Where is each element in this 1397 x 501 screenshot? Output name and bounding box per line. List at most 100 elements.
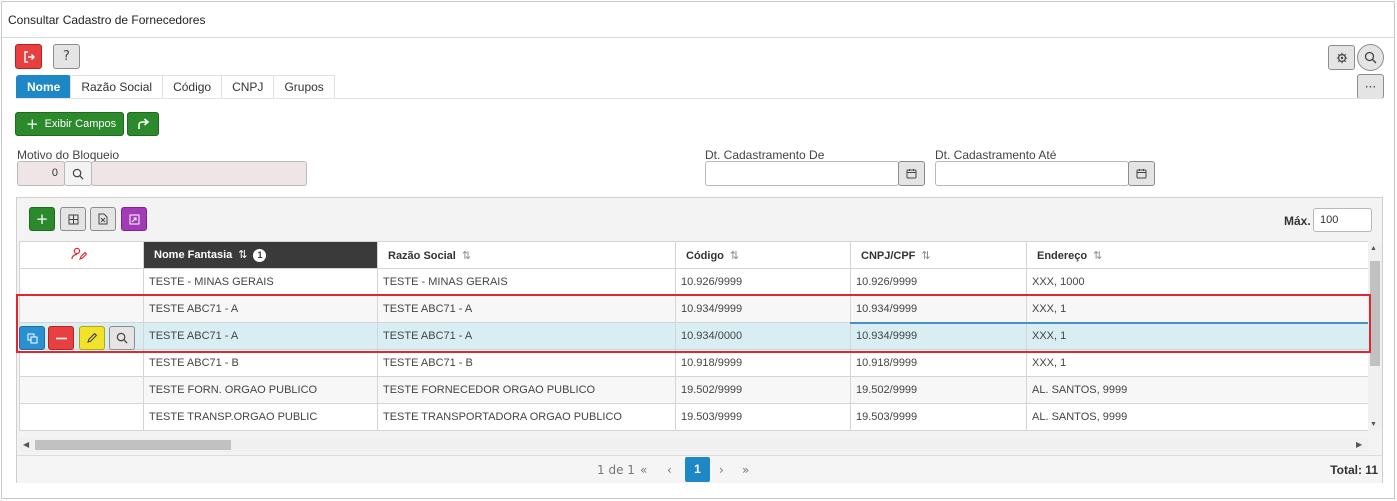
motivo-code-input[interactable]: 0 (17, 161, 65, 186)
tab-razao-social[interactable]: Razão Social (70, 75, 164, 99)
cell-codigo: 19.503/9999 (675, 403, 851, 431)
cell-nome-fantasia: TESTE TRANSP.ORGAO PUBLIC (143, 403, 378, 431)
cell-codigo: 19.502/9999 (675, 376, 851, 404)
user-edit-icon (71, 247, 88, 260)
window-frame: Consultar Cadastro de Fornecedores ? ···… (1, 1, 1395, 499)
sort-icon: ⇅ (461, 248, 472, 262)
column-header-codigo[interactable]: Código ⇅ (675, 241, 851, 269)
motivo-description-field (91, 161, 307, 186)
cell-razao-social: TESTE FORNECEDOR ORGAO PUBLICO (377, 376, 676, 404)
row-actions-cell (19, 376, 144, 404)
column-header-endereco[interactable]: Endereço ⇅ (1026, 241, 1368, 269)
tab-codigo[interactable]: Código (162, 75, 223, 99)
calendar-icon (906, 169, 917, 179)
add-record-button[interactable]: + (29, 207, 55, 231)
motivo-label: Motivo do Bloqueio (17, 148, 120, 162)
cell-endereco (1026, 430, 1368, 431)
help-button[interactable]: ? (53, 44, 80, 69)
dt-de-input[interactable] (705, 161, 899, 186)
column-header-cnpj-cpf[interactable]: CNPJ/CPF ⇅ (850, 241, 1027, 269)
scroll-left-arrow-icon[interactable]: ◀ (23, 440, 29, 449)
cell-cnpj: 19.503/9999 (850, 403, 1027, 431)
table-row[interactable]: TESTE ABC71 - B TESTE ABC71 - B 10.918/9… (19, 349, 1368, 377)
max-label: Máx. (1284, 214, 1311, 228)
motivo-lookup-button[interactable] (64, 161, 92, 186)
horizontal-scroll-thumb[interactable] (35, 440, 231, 450)
cell-razao-social (377, 430, 676, 431)
show-fields-label: Exibir Campos (44, 118, 117, 130)
prev-page-button[interactable]: ‹ (667, 463, 672, 477)
exit-button[interactable] (15, 44, 42, 69)
column-label: Endereço (1037, 249, 1088, 262)
search-tabs: Nome Razão Social Código CNPJ Grupos (16, 75, 335, 99)
cell-nome-fantasia (143, 430, 378, 431)
table-row[interactable]: TESTE FORN. ORGAO PUBLICO TESTE FORNECED… (19, 376, 1368, 404)
show-fields-button[interactable]: + Exibir Campos (15, 112, 124, 136)
cell-codigo: 10.926/9999 (675, 268, 851, 296)
last-page-button[interactable]: » (742, 463, 749, 477)
cell-razao-social: TESTE - MINAS GERAIS (377, 268, 676, 296)
pagination-bar: 1 de 1 « ‹ 1 › » Total: 11 (17, 455, 1382, 483)
cell-cnpj (850, 430, 1027, 431)
horizontal-scrollbar[interactable]: ◀ ▶ (19, 438, 1368, 452)
tab-nome[interactable]: Nome (16, 75, 72, 99)
cell-nome-fantasia: TESTE ABC71 - B (143, 349, 378, 377)
sort-rank-badge: 1 (253, 249, 267, 262)
scroll-up-arrow-icon[interactable]: ▲ (1370, 245, 1377, 252)
column-header-actions[interactable] (19, 241, 144, 269)
max-input[interactable]: 100 (1313, 208, 1372, 232)
tab-grupos[interactable]: Grupos (273, 75, 335, 99)
cell-endereco: XXX, 1000 (1026, 268, 1368, 296)
exit-icon (23, 50, 35, 63)
scroll-down-arrow-icon[interactable]: ▼ (1370, 421, 1377, 428)
grid-layout-button[interactable] (60, 207, 86, 231)
cell-endereco: AL. SANTOS, 9999 (1026, 376, 1368, 404)
cell-codigo (675, 430, 851, 431)
share-button[interactable] (127, 112, 159, 136)
row-actions-cell (19, 403, 144, 431)
window-title: Consultar Cadastro de Fornecedores (2, 2, 1394, 38)
cell-razao-social: TESTE ABC71 - B (377, 349, 676, 377)
tabs-divider (16, 98, 1383, 99)
column-label: CNPJ/CPF (861, 249, 916, 262)
dt-de-calendar-button[interactable] (898, 161, 925, 186)
export-excel-button[interactable] (90, 207, 116, 231)
cell-cnpj: 19.502/9999 (850, 376, 1027, 404)
column-header-razao-social[interactable]: Razão Social ⇅ (377, 241, 676, 269)
column-header-nome-fantasia[interactable]: Nome Fantasia ⇅ 1 (143, 241, 378, 269)
column-label: Código (686, 249, 724, 262)
vertical-scroll-thumb[interactable] (1370, 261, 1380, 366)
cell-nome-fantasia: TESTE - MINAS GERAIS (143, 268, 378, 296)
search-toggle-button[interactable] (1357, 44, 1384, 71)
sort-asc-icon: ⇅ (238, 248, 248, 261)
table-row[interactable]: TESTE TRANSP.ORGAO PUBLIC TESTE TRANSPOR… (19, 403, 1368, 431)
sort-icon: ⇅ (729, 248, 740, 262)
column-label: Nome Fantasia (154, 249, 233, 261)
dt-de-label: Dt. Cadastramento De (705, 148, 825, 162)
page-info: 1 de 1 (597, 463, 635, 477)
row-actions-cell (19, 349, 144, 377)
expand-icon (129, 214, 139, 224)
calendar-icon (1136, 169, 1147, 179)
tab-cnpj[interactable]: CNPJ (221, 75, 275, 99)
table-row[interactable]: TESTE - MINAS GERAIS TESTE - MINAS GERAI… (19, 268, 1368, 296)
table-row[interactable] (19, 430, 1368, 431)
cell-endereco: XXX, 1 (1026, 349, 1368, 377)
row-actions-cell (19, 430, 144, 431)
excel-file-icon (98, 213, 108, 225)
current-page-button[interactable]: 1 (685, 457, 710, 482)
plus-icon: + (26, 115, 39, 133)
more-options-button[interactable]: ··· (1357, 74, 1384, 99)
first-page-button[interactable]: « (640, 463, 647, 477)
column-label: Razão Social (388, 249, 456, 262)
expand-grid-button[interactable] (121, 207, 147, 231)
share-icon (137, 118, 149, 129)
search-icon (72, 168, 84, 180)
cell-razao-social: TESTE TRANSPORTADORA ORGAO PUBLICO (377, 403, 676, 431)
next-page-button[interactable]: › (719, 463, 724, 477)
dt-ate-calendar-button[interactable] (1128, 161, 1155, 186)
settings-button[interactable] (1328, 45, 1355, 70)
scroll-right-arrow-icon[interactable]: ▶ (1356, 440, 1362, 449)
dt-ate-input[interactable] (935, 161, 1129, 186)
dt-ate-label: Dt. Cadastramento Até (935, 148, 1057, 162)
